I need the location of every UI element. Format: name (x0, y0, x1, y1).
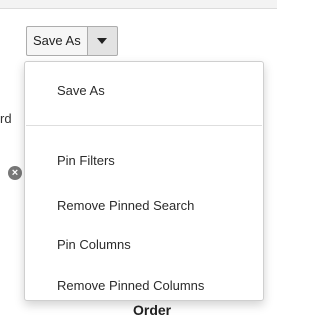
clear-icon[interactable]: × (8, 166, 22, 180)
top-strip (0, 0, 277, 9)
caret-down-icon (97, 38, 108, 44)
menu-item-remove-pinned-columns[interactable]: Remove Pinned Columns (57, 278, 204, 293)
save-as-dropdown-toggle[interactable] (87, 26, 118, 56)
save-as-menu: Save As Pin Filters Remove Pinned Search… (24, 61, 264, 301)
save-as-split-button: Save As (26, 26, 118, 56)
background-partial-text: rd (0, 111, 12, 126)
page: rd × Order Save As Save As Pin Filters R… (0, 0, 277, 318)
menu-item-remove-pinned-search[interactable]: Remove Pinned Search (57, 198, 194, 213)
menu-divider (26, 125, 262, 126)
save-as-button[interactable]: Save As (26, 26, 88, 56)
background-heading: Order (133, 302, 172, 318)
menu-item-pin-filters[interactable]: Pin Filters (57, 153, 115, 168)
menu-item-pin-columns[interactable]: Pin Columns (57, 237, 131, 252)
menu-item-save-as[interactable]: Save As (57, 83, 105, 98)
